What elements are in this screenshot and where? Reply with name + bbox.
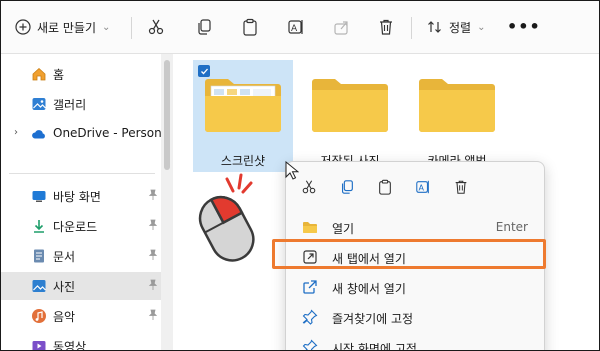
chevron-right-icon[interactable]: › — [14, 127, 18, 138]
pin-icon[interactable] — [147, 279, 159, 291]
svg-text:A: A — [419, 184, 425, 193]
share-button[interactable] — [331, 16, 353, 38]
folder-tile[interactable]: 스크린샷 — [193, 60, 293, 172]
folder-icon — [419, 79, 495, 132]
trash-icon — [455, 180, 467, 194]
menu-item-pin-to-quick-access[interactable]: 즐겨찾기에 고정 — [292, 302, 538, 332]
sidebar-item-home[interactable]: 홈 — [5, 60, 161, 88]
file-explorer-window: 새로 만들기 ⌄ A 정렬 ⌄ ••• 홈 갤러리 › OneDrive - P… — [0, 0, 600, 351]
folder-icon — [205, 79, 281, 132]
sidebar-item-label: 갤러리 — [53, 98, 87, 112]
music-icon — [32, 309, 46, 323]
add-icon — [15, 19, 31, 35]
copy-icon — [341, 180, 353, 194]
pin-icon[interactable] — [147, 189, 159, 201]
sidebar-item-music[interactable]: 음악 — [5, 302, 161, 330]
rename-icon: A — [416, 180, 429, 194]
share-icon — [334, 21, 348, 35]
sidebar-scrollbar[interactable] — [161, 54, 173, 350]
mouse-right-click-icon — [198, 173, 255, 262]
menu-item-label: 시작 화면에 고정 — [332, 342, 417, 351]
copy-button[interactable] — [193, 16, 215, 38]
video-icon — [32, 341, 46, 350]
home-icon — [32, 67, 46, 81]
pin-icon[interactable] — [147, 309, 159, 321]
pin-icon[interactable] — [147, 249, 159, 261]
folder-tile[interactable]: 저장된 사진 — [300, 60, 400, 172]
sidebar-item-documents[interactable]: 문서 — [5, 242, 161, 270]
sidebar-item-pictures[interactable]: 사진 — [1, 272, 161, 300]
chevron-down-icon: ⌄ — [477, 21, 486, 33]
menu-item-label: 열기 — [332, 222, 355, 236]
sidebar-divider — [9, 173, 155, 174]
sidebar-item-videos[interactable]: 동영상 — [5, 332, 161, 351]
document-icon — [34, 249, 44, 263]
folder-tile[interactable]: 카메라 앨범 — [407, 60, 507, 172]
sidebar-item-label: 동영상 — [53, 340, 87, 351]
toolbar-divider — [411, 17, 412, 39]
clipboard-icon — [379, 179, 391, 195]
new-button-label: 새로 만들기 — [37, 20, 97, 35]
clipboard-icon — [243, 18, 257, 36]
folder-icon — [312, 79, 388, 132]
command-bar: 새로 만들기 ⌄ A 정렬 ⌄ ••• — [1, 1, 599, 54]
sidebar-item-label: 홈 — [53, 68, 65, 82]
delete-button[interactable] — [375, 16, 397, 38]
paste-button[interactable] — [376, 178, 394, 196]
rename-button[interactable]: A — [285, 16, 307, 38]
menu-item-pin-to-start[interactable]: 시작 화면에 고정 — [292, 332, 538, 351]
sidebar-item-label: 다운로드 — [53, 220, 98, 234]
rename-button[interactable]: A — [414, 178, 432, 196]
sidebar-item-label: 음악 — [53, 310, 76, 324]
folder-icon — [303, 222, 317, 233]
toolbar-divider — [131, 17, 132, 39]
sidebar-item-desktop[interactable]: 바탕 화면 — [5, 182, 161, 210]
sidebar-item-gallery[interactable]: 갤러리 — [5, 90, 161, 118]
chevron-down-icon: ⌄ — [102, 21, 111, 33]
paste-button[interactable] — [239, 16, 261, 38]
menu-item-open[interactable]: 열기 Enter — [292, 212, 538, 242]
download-icon — [34, 220, 44, 233]
new-button[interactable]: 새로 만들기 ⌄ — [15, 15, 110, 39]
desktop-icon — [32, 191, 46, 202]
menu-item-label: 새 창에서 열기 — [332, 282, 406, 296]
pin-icon — [302, 339, 318, 350]
scrollbar-thumb[interactable] — [164, 60, 170, 170]
menu-item-label: 즐겨찾기에 고정 — [332, 312, 414, 326]
sidebar-item-label: OneDrive - Personal — [53, 126, 173, 140]
sidebar-item-label: 사진 — [53, 280, 76, 294]
sidebar-item-onedrive[interactable]: › OneDrive - Personal — [5, 120, 172, 148]
copy-button[interactable] — [338, 178, 356, 196]
pin-icon[interactable] — [147, 219, 159, 231]
scissors-icon — [148, 19, 164, 35]
shortcut-hint: Enter — [495, 220, 528, 234]
trash-icon — [380, 19, 392, 35]
gallery-icon — [32, 98, 46, 110]
svg-text:A: A — [291, 24, 298, 34]
pictures-icon — [32, 280, 46, 292]
copy-icon — [198, 19, 211, 35]
cloud-icon — [32, 130, 45, 139]
sort-button[interactable]: 정렬 ⌄ — [427, 15, 485, 39]
sidebar-item-label: 문서 — [53, 250, 76, 264]
context-menu-quick-actions: A — [286, 170, 544, 204]
mouse-cursor-icon — [285, 161, 299, 180]
cut-button[interactable] — [300, 178, 318, 196]
highlight-box — [272, 239, 546, 269]
menu-item-open-in-new-window[interactable]: 새 창에서 열기 — [292, 272, 538, 302]
folder-name: 스크린샷 — [220, 154, 266, 168]
open-in-new-window-icon — [303, 280, 317, 294]
more-options-button[interactable]: ••• — [507, 17, 541, 36]
rename-icon: A — [288, 20, 303, 34]
delete-button[interactable] — [452, 178, 470, 196]
sort-button-label: 정렬 — [449, 20, 472, 35]
scissors-icon — [302, 180, 316, 194]
cut-button[interactable] — [145, 16, 167, 38]
sidebar-item-label: 바탕 화면 — [53, 190, 101, 204]
navigation-pane: 홈 갤러리 › OneDrive - Personal 바탕 화면 다운로드 문… — [1, 54, 172, 351]
pin-icon — [302, 309, 318, 325]
sort-icon — [428, 21, 441, 33]
sidebar-item-downloads[interactable]: 다운로드 — [5, 212, 161, 240]
